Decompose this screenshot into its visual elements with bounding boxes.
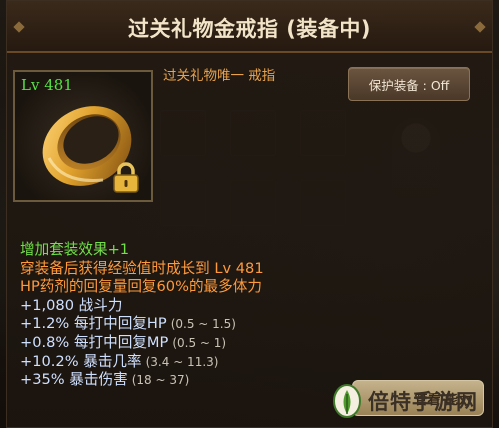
stat-value: +0.8% 每打中回复MP <box>20 333 169 351</box>
protect-equipment-button[interactable]: 保护装备 : Off <box>348 67 470 101</box>
leaf-logo-icon <box>333 384 361 418</box>
growth-description: 穿装备后获得经验值时成长到 Lv 481 <box>20 259 264 277</box>
lock-icon <box>113 162 139 193</box>
stat-range: (3.4 ~ 11.3) <box>145 354 219 369</box>
stat-value: +35% 暴击伤害 <box>20 371 128 389</box>
stat-line: +1.2% 每打中回复HP (0.5 ~ 1.5) <box>20 315 264 334</box>
stat-line: +35% 暴击伤害 (18 ~ 37) <box>20 371 264 390</box>
item-subtitle: 过关礼物唯一 戒指 <box>163 68 276 84</box>
item-title: 过关礼物金戒指 (装备中) <box>127 17 371 41</box>
stat-range: (18 ~ 37) <box>131 373 190 388</box>
set-bonus-text: 增加套装效果+1 <box>20 241 130 258</box>
stat-line: +0.8% 每打中回复MP (0.5 ~ 1) <box>20 334 264 353</box>
item-icon-slot: Lv 481 <box>13 70 153 202</box>
stat-line: +10.2% 暴击几率 (3.4 ~ 11.3) <box>20 353 264 372</box>
stat-range: (0.5 ~ 1.5) <box>170 317 236 332</box>
potion-description: HP药剂的回复量回复60%的最多体力 <box>20 278 262 296</box>
stat-line: +1,080 战斗力 <box>20 297 264 316</box>
item-stats: 增加套装效果+1 穿装备后获得经验值时成长到 Lv 481 HP药剂的回复量回复… <box>20 241 264 390</box>
stat-value: +1.2% 每打中回复HP <box>20 315 167 333</box>
stat-value: +1,080 战斗力 <box>20 296 123 314</box>
watermark: 倍特手游网 <box>328 380 496 422</box>
watermark-text: 倍特手游网 <box>368 389 478 414</box>
stat-range: (0.5 ~ 1) <box>172 335 227 350</box>
title-bar: 过关礼物金戒指 (装备中) <box>7 1 492 53</box>
stat-value: +10.2% 暴击几率 <box>20 352 142 370</box>
